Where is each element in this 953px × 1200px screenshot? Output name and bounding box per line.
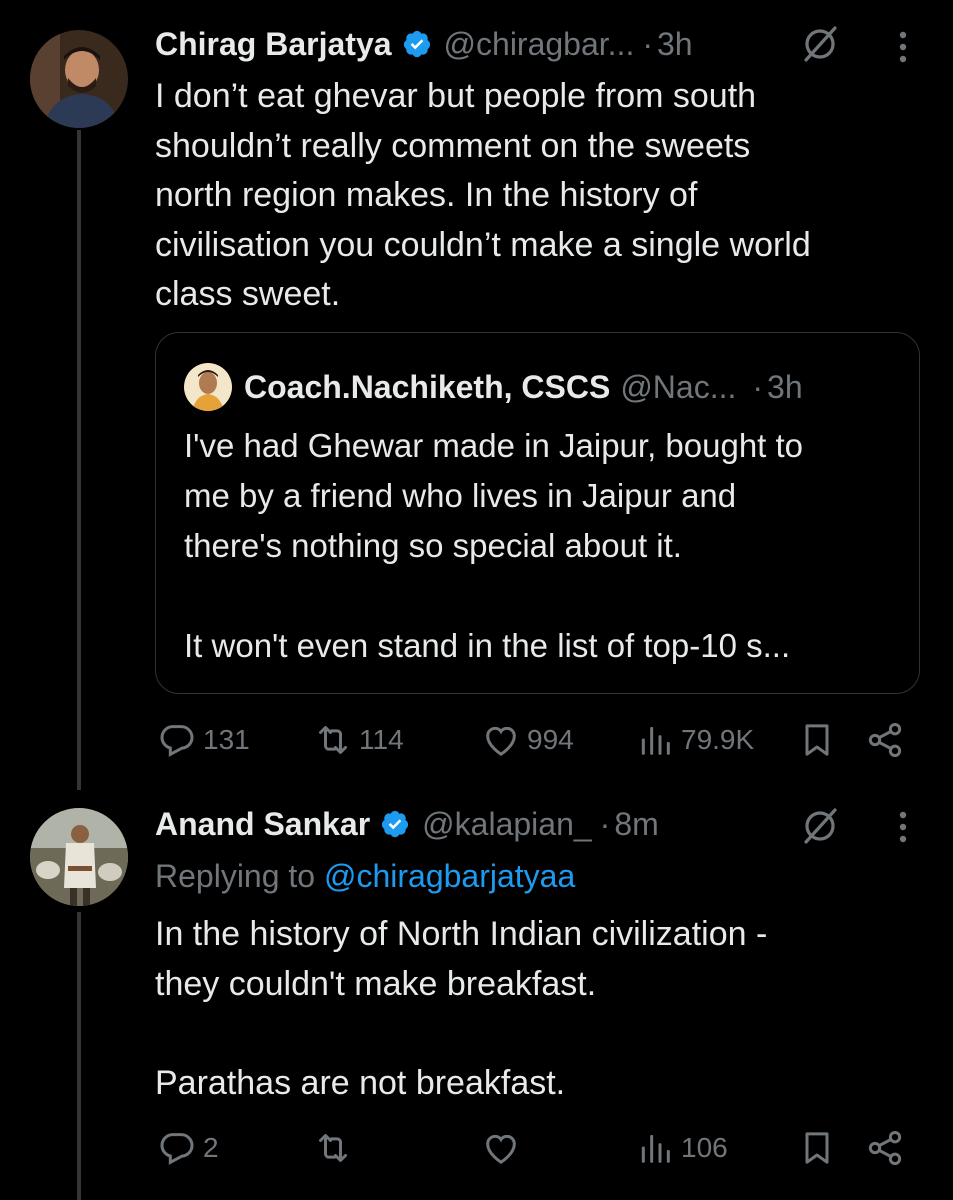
more-vertical-icon[interactable] [898,810,908,844]
replying-to-handle[interactable]: @chiragbarjatyaa [324,858,575,894]
verified-badge-icon [382,810,409,838]
bookmark-button[interactable] [797,1126,837,1170]
text-line: It won't even stand in the list of top-1… [184,627,791,664]
reply-count: 131 [203,724,250,755]
views-icon [641,1134,670,1163]
text-line [184,571,899,621]
reply-button[interactable]: 2 [157,1126,219,1170]
avatar[interactable] [30,30,128,128]
grok-icon[interactable] [800,806,840,846]
quote-separator-dot: · [752,368,764,405]
repost-icon [319,726,347,754]
quote-display-name: Coach.Nachiketh, CSCS [244,368,611,405]
reply-icon [160,725,194,757]
quote-avatar [184,363,232,411]
replying-to-label: Replying to [155,858,324,894]
text-line: In the history of North Indian civilizat… [155,915,768,953]
like-icon [486,726,516,756]
text-line: civilisation you couldn’t make a single … [155,225,811,264]
views-count: 106 [681,1132,728,1163]
quote-handle: @Nac... [620,368,737,405]
timestamp[interactable]: 8m [614,806,658,843]
tweet-text: In the history of North Indian civilizat… [155,910,915,1108]
tweet[interactable]: Anand Sankar @kalapian_ · 8m Replying to… [0,790,953,1200]
more-vertical-icon[interactable] [898,30,908,64]
reply-icon [160,1133,194,1165]
share-button[interactable] [865,1126,905,1170]
share-icon [868,1131,902,1165]
views-icon [641,726,670,755]
action-bar: 2 106 [155,1126,915,1170]
display-name[interactable]: Chirag Barjatya [155,26,392,63]
bookmark-icon [805,724,829,756]
bookmark-button[interactable] [797,718,837,762]
grok-icon[interactable] [800,24,840,64]
verified-badge-icon [403,30,430,58]
tweet-text: I don’t eat ghevar but people from south… [155,72,915,320]
tweet-header: Chirag Barjatya @chiragbar... · 3h [155,22,693,66]
tweet[interactable]: Chirag Barjatya @chiragbar... · 3h I don… [0,0,953,790]
text-line: me by a friend who lives in Jaipur and [184,477,737,514]
quote-header: Coach.Nachiketh, CSCS @Nac... · 3h [184,363,803,411]
text-line: north region makes. In the history of [155,176,698,214]
quoted-tweet[interactable]: Coach.Nachiketh, CSCS @Nac... · 3h I've … [155,332,920,694]
like-button[interactable]: 994 [481,718,574,762]
text-line [155,1009,915,1059]
repost-button[interactable]: 114 [313,718,404,762]
text-line: shouldn’t really comment on the sweets [155,126,751,165]
reply-button[interactable]: 131 [157,718,250,762]
bookmark-icon [805,1132,829,1164]
quote-timestamp: 3h [767,368,803,405]
views-button[interactable]: 79.9K [635,718,754,762]
like-count: 994 [527,724,574,755]
quote-text: I've had Ghewar made in Jaipur, bought t… [184,421,899,671]
separator-dot: · [599,805,611,842]
action-bar: 131 114 994 79.9K [155,718,915,762]
timestamp[interactable]: 3h [657,26,693,63]
views-button[interactable]: 106 [635,1126,728,1170]
share-icon [868,723,902,757]
text-line: class sweet. [155,275,341,313]
like-button[interactable] [481,1126,527,1170]
replying-to: Replying to @chiragbarjatyaa [155,858,575,895]
repost-button[interactable] [313,1126,359,1170]
repost-count: 114 [359,724,404,755]
views-count: 79.9K [681,724,755,755]
text-line: there's nothing so special about it. [184,527,682,564]
avatar[interactable] [30,808,128,906]
repost-icon [319,1134,347,1162]
handle[interactable]: @kalapian_ [422,806,591,843]
reply-count: 2 [203,1132,219,1163]
text-line: I don’t eat ghevar but people from south [155,77,757,115]
tweet-header: Anand Sankar @kalapian_ · 8m [155,802,659,846]
display-name[interactable]: Anand Sankar [155,806,370,843]
text-line: Parathas are not breakfast. [155,1063,566,1102]
text-line: I've had Ghewar made in Jaipur, bought t… [184,427,804,464]
text-line: they couldn't make breakfast. [155,964,597,1003]
handle[interactable]: @chiragbar... [444,26,635,63]
like-icon [486,1134,516,1164]
share-button[interactable] [865,718,905,762]
separator-dot: · [642,25,653,62]
